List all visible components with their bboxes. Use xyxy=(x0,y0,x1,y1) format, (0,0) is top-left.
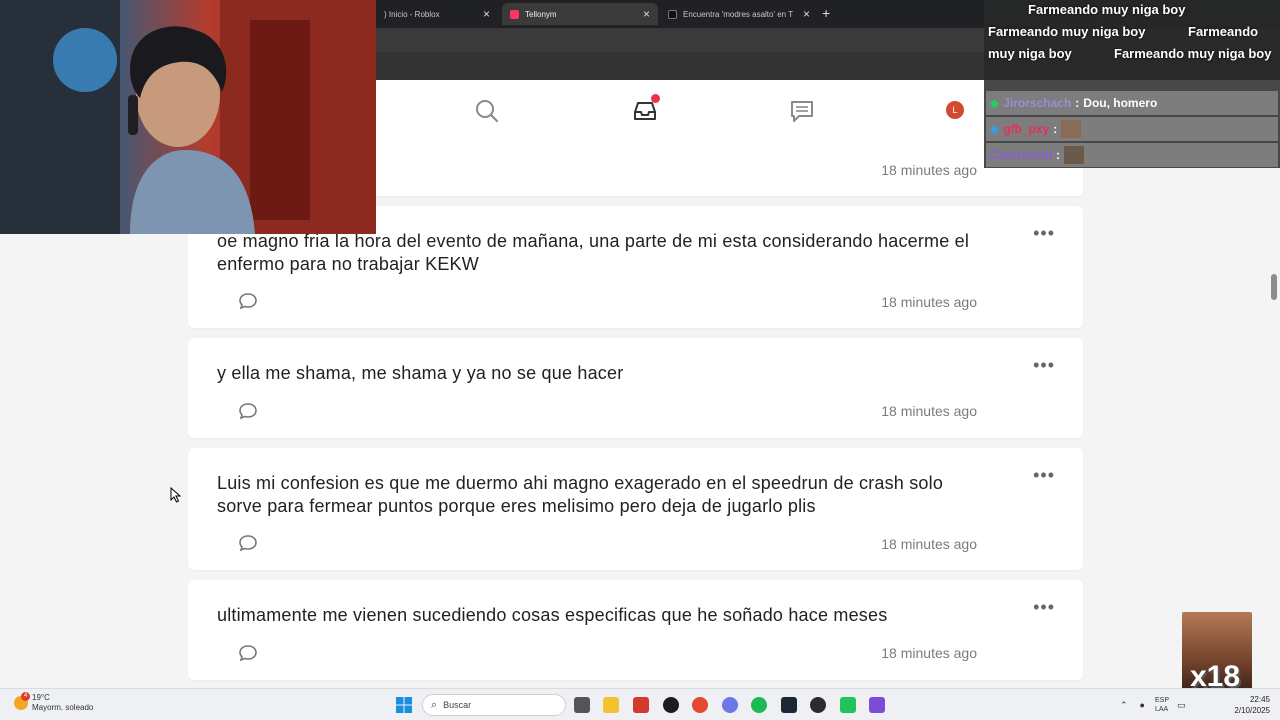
webcam-overlay xyxy=(0,0,376,234)
more-options-icon[interactable]: ••• xyxy=(1033,466,1055,484)
close-icon[interactable]: × xyxy=(483,7,490,21)
taskbar-clock[interactable]: 22:45 2/10/2025 xyxy=(1226,694,1270,716)
tab-tellonym[interactable]: Tellonym × xyxy=(502,3,658,25)
avatar[interactable]: L xyxy=(946,101,964,119)
chat-message: ◆ Jirorschach : Dou, homero xyxy=(986,91,1278,115)
chat-username: gfb_pxy xyxy=(1003,122,1050,136)
badge-icon: ◆ xyxy=(990,122,1000,136)
chat-username: Coctresmil xyxy=(990,148,1053,162)
notification-badge xyxy=(651,94,660,103)
tell-card: Luis mi confesion es que me duermo ahi m… xyxy=(188,448,1083,570)
more-options-icon[interactable]: ••• xyxy=(1033,224,1055,242)
system-tray: ⌃ ● ESP LAA ▭ xyxy=(1120,693,1186,717)
weather-desc: Mayorm. soleado xyxy=(32,703,94,712)
chat-emote-line: Farmeando muy niga boy xyxy=(988,24,1146,39)
more-options-icon[interactable]: ••• xyxy=(1033,356,1055,374)
clock-time: 22:45 xyxy=(1249,695,1270,704)
chat-emote-line: Farmeando muy niga boy xyxy=(1028,2,1186,17)
chevron-up-icon[interactable]: ⌃ xyxy=(1120,700,1128,711)
chat-emote-line: muy niga boy xyxy=(988,46,1072,61)
xbox-icon[interactable] xyxy=(663,697,679,713)
tell-timestamp: 18 minutes ago xyxy=(881,403,977,419)
scrollbar[interactable] xyxy=(1271,274,1277,300)
tell-timestamp: 18 minutes ago xyxy=(881,536,977,552)
app-green-icon[interactable] xyxy=(840,697,856,713)
language-indicator[interactable]: ESP LAA xyxy=(1155,696,1169,714)
tell-message: Luis mi confesion es que me duermo ahi m… xyxy=(217,473,944,516)
comment-icon[interactable] xyxy=(238,534,258,552)
tab-title: Tellonym xyxy=(525,9,557,19)
weather-widget[interactable]: 4 19°C Mayorm. soleado xyxy=(14,692,94,713)
new-tab-button[interactable]: + xyxy=(822,5,830,21)
network-icon[interactable]: ▭ xyxy=(1177,700,1186,711)
tab-title: ) Inicio - Roblox xyxy=(384,9,440,19)
tell-card: ultimamente me vienen sucediendo cosas e… xyxy=(188,580,1083,680)
chat-text: Dou, homero xyxy=(1083,96,1158,110)
stream-chat-overlay: Farmeando muy niga boy Farmeando muy nig… xyxy=(984,0,1280,168)
discord-icon[interactable] xyxy=(722,697,738,713)
tell-message: ultimamente me vienen sucediendo cosas e… xyxy=(217,605,888,625)
badge-icon: ◆ xyxy=(990,96,1000,110)
messages-icon[interactable] xyxy=(789,98,815,124)
taskbar: 4 19°C Mayorm. soleado ⌕ Buscar ⌃ ● ESP … xyxy=(0,688,1280,720)
file-explorer-icon[interactable] xyxy=(603,697,619,713)
taskbar-search-placeholder: Buscar xyxy=(443,700,472,710)
tab-roblox[interactable]: ) Inicio - Roblox × xyxy=(376,3,498,25)
tell-message: oe magno fria la hora del evento de maña… xyxy=(217,231,970,274)
tell-card: y ella me shama, me shama y ya no se que… xyxy=(188,338,1083,438)
tiktok-favicon-icon xyxy=(668,9,677,19)
microphone-icon[interactable]: ● xyxy=(1140,700,1145,710)
comment-icon[interactable] xyxy=(238,292,258,310)
tell-message: y ella me shama, me shama y ya no se que… xyxy=(217,363,624,383)
chat-separator: : xyxy=(1075,96,1080,110)
emote-icon xyxy=(1064,146,1085,164)
comment-icon[interactable] xyxy=(238,402,258,420)
windows-start-icon[interactable] xyxy=(396,697,412,713)
app-purple-icon[interactable] xyxy=(869,697,885,713)
app-red-icon[interactable] xyxy=(633,697,649,713)
search-icon: ⌕ xyxy=(431,698,438,711)
tell-timestamp: 18 minutes ago xyxy=(881,294,977,310)
search-icon[interactable] xyxy=(474,98,500,124)
comment-icon[interactable] xyxy=(238,644,258,662)
streamer-webcam-image xyxy=(0,0,376,234)
taskbar-search[interactable]: ⌕ Buscar xyxy=(422,694,566,716)
emote-icon xyxy=(1061,120,1082,138)
tab-title: Encuentra 'modres asalto' en T xyxy=(683,9,794,19)
close-icon[interactable]: × xyxy=(803,7,810,21)
weather-sun-icon: 4 xyxy=(14,692,30,710)
weather-temp: 19°C xyxy=(32,693,50,702)
chat-message: Coctresmil : xyxy=(986,143,1278,167)
tab-tiktok[interactable]: Encuentra 'modres asalto' en T × xyxy=(660,3,818,25)
obs-icon[interactable] xyxy=(810,697,826,713)
steam-icon[interactable] xyxy=(781,697,797,713)
more-options-icon[interactable]: ••• xyxy=(1033,598,1055,616)
spotify-icon[interactable] xyxy=(751,697,767,713)
tellonym-favicon-icon xyxy=(510,9,519,19)
close-icon[interactable]: × xyxy=(643,7,650,21)
chrome-icon[interactable] xyxy=(692,697,708,713)
weather-badge: 4 xyxy=(21,692,30,701)
mouse-cursor-icon xyxy=(170,487,182,503)
task-view-icon[interactable] xyxy=(574,697,590,713)
lang-layout: LAA xyxy=(1154,706,1169,713)
chat-username: Jirorschach xyxy=(1003,96,1072,110)
chat-separator: : xyxy=(1053,122,1058,136)
chat-emote-line: Farmeando muy niga boy xyxy=(1114,46,1272,61)
lang-code: ESP xyxy=(1154,697,1169,704)
chat-separator: : xyxy=(1056,148,1061,162)
chat-message: ◆ gfb_pxy : xyxy=(986,117,1278,141)
chat-emote-line: Farmeando xyxy=(1188,24,1259,39)
tell-timestamp: 18 minutes ago xyxy=(881,645,977,661)
clock-date: 2/10/2025 xyxy=(1234,706,1270,715)
tell-timestamp: 18 minutes ago xyxy=(881,162,977,178)
